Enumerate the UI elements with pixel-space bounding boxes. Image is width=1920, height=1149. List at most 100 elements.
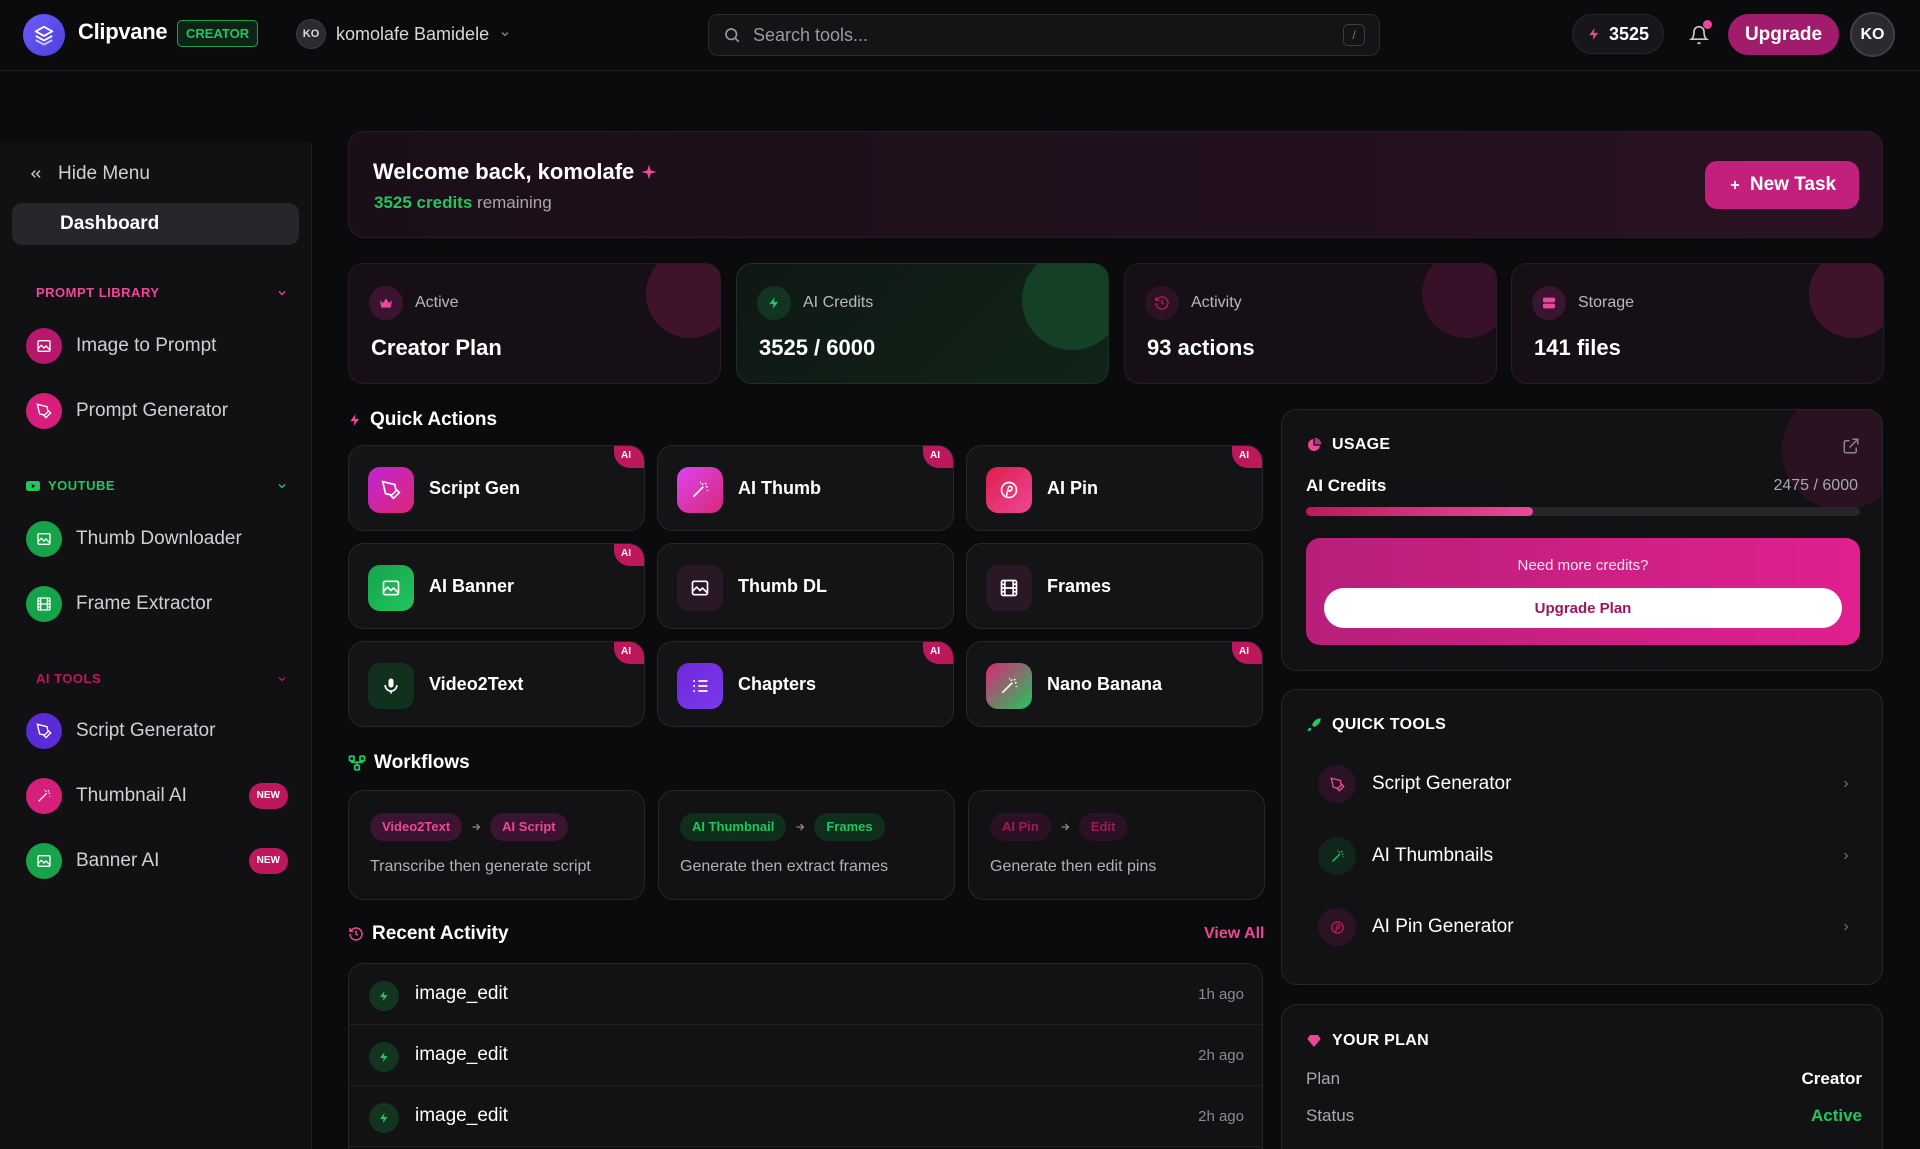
youtube-icon [26,480,40,491]
view-all-link[interactable]: View All [1204,925,1264,943]
film-icon [986,565,1032,611]
activity-row[interactable]: image_edit 1h ago [349,964,1262,1025]
upgrade-plan-button[interactable]: Upgrade Plan [1324,588,1842,628]
quick-tool-ai-thumbnails[interactable]: AI Thumbnails [1306,828,1862,884]
image-icon [677,565,723,611]
hide-menu-button[interactable]: Hide Menu [28,163,150,185]
panel-title-text: QUICK TOOLS [1332,716,1447,733]
sidebar-item-dashboard[interactable]: Dashboard [12,203,299,245]
quick-action-ai-banner[interactable]: AI Banner AI [348,543,645,629]
ai-badge: AI [614,544,644,566]
activity-name: image_edit [415,983,508,1004]
credits-remaining: 3525 credits remaining [374,193,552,213]
arrow-right-icon [1061,823,1070,831]
plan-row: Plan Creator [1306,1069,1862,1089]
magic-wand-icon [26,778,62,814]
stat-card-storage[interactable]: Storage 141 files [1511,263,1884,384]
sidebar-item-thumbnail-ai[interactable]: Thumbnail AI NEW [26,776,288,816]
quick-action-label: Nano Banana [1047,674,1163,694]
stat-card-plan[interactable]: Active Creator Plan [348,263,721,384]
new-badge: NEW [248,848,288,874]
sidebar-item-image-to-prompt[interactable]: Image to Prompt [26,326,288,366]
image-icon [26,521,62,557]
quick-action-thumb-dl[interactable]: Thumb DL [657,543,954,629]
lightning-icon [350,414,360,426]
notifications-button[interactable] [1684,20,1714,50]
clipvane-logo-icon[interactable] [23,14,65,56]
stat-value: 3525 / 6000 [759,335,876,360]
magic-wand-icon [1318,837,1356,875]
search-bar[interactable]: / [708,14,1380,56]
credits-count: 3525 [1609,23,1650,44]
section-youtube[interactable]: YOUTUBE [26,478,288,493]
rocket-icon [1307,718,1321,732]
top-header: Clipvane CREATOR KO komolafe Bamidele / … [0,0,1920,71]
section-prompt-library[interactable]: PROMPT LIBRARY [36,285,288,300]
account-avatar: KO [296,19,326,49]
quick-action-label: Frames [1047,576,1112,596]
history-icon [1145,286,1179,320]
quick-action-frames[interactable]: Frames [966,543,1263,629]
quick-action-nano-banana[interactable]: Nano Banana AI [966,641,1263,727]
sidebar-item-frame-extractor[interactable]: Frame Extractor [26,584,288,624]
pen-icon [368,467,414,513]
sidebar-item-prompt-generator[interactable]: Prompt Generator [26,391,288,431]
sidebar-item-label: Script Generator [76,720,216,741]
chevron-right-icon [1844,780,1849,788]
chevron-down-icon [501,32,509,37]
sidebar-item-script-generator[interactable]: Script Generator [26,711,288,751]
pie-chart-icon [1308,437,1322,451]
stat-value: 141 files [1534,335,1621,360]
quick-action-ai-thumb[interactable]: AI Thumb AI [657,445,954,531]
activity-row[interactable]: image_edit 2h ago [349,1086,1262,1147]
activity-name: image_edit [415,1044,508,1065]
sidebar-item-label: Prompt Generator [76,400,229,421]
quick-action-script-gen[interactable]: Script Gen AI [348,445,645,531]
usage-value: 2475 / 6000 [1773,477,1858,494]
user-avatar[interactable]: KO [1850,12,1895,57]
stat-value: 93 actions [1147,335,1255,360]
activity-time: 1h ago [1198,986,1244,1003]
panel-title-text: YOUR PLAN [1332,1032,1429,1049]
stat-label: AI Credits [803,294,874,311]
quick-actions-heading: Quick Actions [348,409,497,431]
sidebar-item-label: Frame Extractor [76,593,213,614]
workflow-to-tag: Frames [814,813,885,841]
microphone-icon [368,663,414,709]
usage-panel: USAGE AI Credits 2475 / 6000 Need more c… [1281,409,1883,671]
quick-action-ai-pin[interactable]: AI Pin AI [966,445,1263,531]
stat-card-credits[interactable]: AI Credits 3525 / 6000 [736,263,1109,384]
workflow-card-ai-pin[interactable]: AI Pin Edit Generate then edit pins [968,790,1265,900]
new-task-button[interactable]: New Task [1705,161,1859,209]
ai-badge: AI [923,446,953,468]
quick-action-video2text[interactable]: Video2Text AI [348,641,645,727]
search-input[interactable] [753,24,1331,46]
quick-action-label: AI Thumb [738,478,821,498]
activity-row[interactable]: image_edit 2h ago [349,1025,1262,1086]
quick-tool-script-generator[interactable]: Script Generator [1306,756,1862,812]
section-ai-tools[interactable]: AI TOOLS [36,671,288,686]
quick-action-chapters[interactable]: Chapters AI [657,641,954,727]
notification-dot [1703,20,1712,29]
workflow-card-video2text[interactable]: Video2Text AI Script Transcribe then gen… [348,790,645,900]
status-row: Status Active [1306,1106,1862,1126]
workflows-heading: Workflows [348,752,470,774]
workflow-card-ai-thumbnail[interactable]: AI Thumbnail Frames Generate then extrac… [658,790,955,900]
sidebar-item-banner-ai[interactable]: Banner AI NEW [26,841,288,881]
upgrade-button[interactable]: Upgrade [1728,14,1839,55]
account-switcher[interactable]: KO komolafe Bamidele [296,19,511,49]
sidebar-item-thumb-downloader[interactable]: Thumb Downloader [26,519,288,559]
stat-card-activity[interactable]: Activity 93 actions [1124,263,1497,384]
credits-pill[interactable]: 3525 [1572,14,1665,54]
brand-name[interactable]: Clipvane [78,19,168,45]
credits-amount: 3525 credits [374,193,473,212]
ai-badge: AI [614,446,644,468]
chevron-right-icon [1844,923,1849,931]
image-icon [26,328,62,364]
search-shortcut-key: / [1343,24,1365,46]
stat-label: Storage [1578,294,1635,311]
ai-badge: AI [1232,446,1262,468]
lightning-icon [369,981,399,1011]
quick-tool-ai-pin-generator[interactable]: AI Pin Generator [1306,899,1862,955]
external-link-icon[interactable] [1842,437,1860,455]
